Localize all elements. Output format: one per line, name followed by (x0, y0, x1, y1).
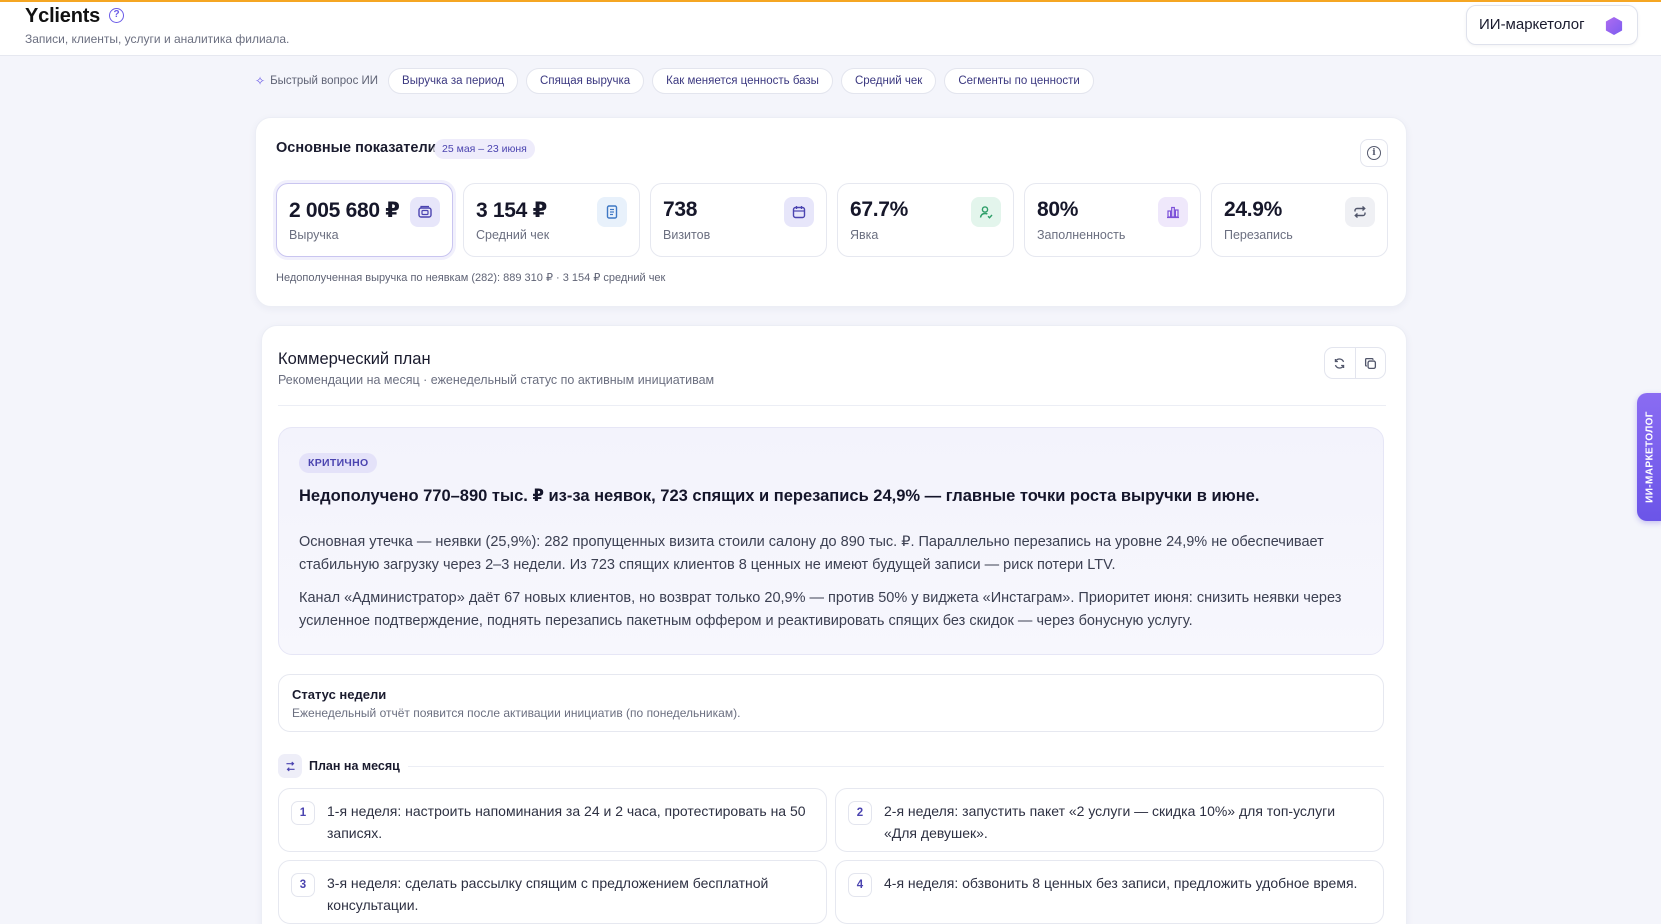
plan-title: Коммерческий план (278, 350, 431, 368)
metric-value: 67.7% (850, 198, 909, 221)
bar-chart-icon (1158, 197, 1188, 227)
page-subtitle: Записи, клиенты, услуги и аналитика фили… (25, 32, 290, 46)
metrics-row: 2 005 680 ₽ Выручка 3 154 ₽ Средний чек … (276, 183, 1388, 257)
gem-icon (1605, 17, 1623, 35)
step-number: 2 (848, 801, 872, 825)
metric-label: Выручка (289, 228, 339, 242)
repeat-icon (1345, 197, 1375, 227)
metric-revenue[interactable]: 2 005 680 ₽ Выручка (276, 183, 453, 257)
divider (278, 405, 1386, 406)
metric-visits[interactable]: 738 Визитов (650, 183, 827, 257)
week-status: Статус недели Еженедельный отчёт появитс… (278, 674, 1384, 732)
metric-value: 24.9% (1224, 198, 1283, 221)
info-button[interactable]: i (1360, 139, 1388, 167)
wallet-icon (410, 197, 440, 227)
sparkle-icon: ✧ (255, 74, 266, 88)
help-icon[interactable]: ? (109, 8, 124, 23)
month-plan-steps: 1 1-я неделя: настроить напоминания за 2… (278, 788, 1384, 924)
step-number: 1 (291, 801, 315, 825)
info-icon: i (1367, 146, 1381, 160)
receipt-icon (597, 197, 627, 227)
step-text: 1-я неделя: настроить напоминания за 24 … (327, 803, 806, 841)
quick-questions-bar: ✧ Быстрый вопрос ИИ Выручка за период Сп… (255, 68, 1094, 94)
week-status-title: Статус недели (292, 687, 387, 702)
chip-average-check[interactable]: Средний чек (840, 68, 937, 94)
metric-label: Заполненность (1037, 228, 1126, 242)
metric-label: Явка (850, 228, 879, 242)
ai-marketer-button-label: ИИ-маркетолог (1479, 16, 1585, 33)
plan-step: 3 3-я неделя: сделать рассылку спящим с … (278, 860, 827, 924)
kpi-title: Основные показатели (276, 140, 437, 156)
critical-insight: КРИТИЧНО Недополучено 770–890 тыс. ₽ из-… (278, 427, 1384, 655)
chip-base-value-change[interactable]: Как меняется ценность базы (652, 68, 833, 94)
ai-marketer-side-tab[interactable]: ИИ-МАРКЕТОЛОГ (1637, 393, 1661, 521)
metric-value: 80% (1037, 198, 1079, 221)
kpi-footnote: Недополученная выручка по неявкам (282):… (276, 272, 666, 284)
calendar-icon (784, 197, 814, 227)
refresh-icon[interactable] (1325, 348, 1355, 378)
critical-paragraph-1: Основная утечка — неявки (25,9%): 282 пр… (299, 534, 1324, 573)
user-check-icon (971, 197, 1001, 227)
metric-label: Перезапись (1224, 228, 1293, 242)
month-plan-label: План на месяц (309, 759, 400, 773)
step-number: 3 (291, 873, 315, 897)
metric-rebooking[interactable]: 24.9% Перезапись (1211, 183, 1388, 257)
divider (407, 765, 1384, 767)
month-plan-header: План на месяц (278, 754, 1384, 778)
plan-subtitle: Рекомендации на месяц · еженедельный ста… (278, 373, 715, 387)
quick-question-label: ✧ Быстрый вопрос ИИ (255, 74, 379, 88)
chip-value-segments[interactable]: Сегменты по ценности (944, 68, 1094, 94)
metric-label: Визитов (663, 228, 711, 242)
critical-headline: Недополучено 770–890 тыс. ₽ из-за неявок… (299, 487, 1260, 505)
step-text: 2-я неделя: запустить пакет «2 услуги — … (884, 803, 1336, 841)
step-text: 4-я неделя: обзвонить 8 ценных без запис… (884, 875, 1358, 891)
critical-badge: КРИТИЧНО (299, 453, 378, 473)
copy-icon[interactable] (1354, 348, 1386, 378)
plan-list-icon (278, 754, 302, 778)
page-title: Yclients (25, 5, 101, 27)
week-status-text: Еженедельный отчёт появится после актива… (292, 706, 741, 720)
page-header: Yclients ? Записи, клиенты, услуги и ана… (0, 2, 1661, 56)
plan-actions (1324, 347, 1386, 379)
plan-step: 2 2-я неделя: запустить пакет «2 услуги … (835, 788, 1384, 852)
metric-occupancy[interactable]: 80% Заполненность (1024, 183, 1201, 257)
commercial-plan-card: Коммерческий план Рекомендации на месяц … (261, 325, 1407, 924)
metric-label: Средний чек (476, 228, 550, 242)
plan-step: 4 4-я неделя: обзвонить 8 ценных без зап… (835, 860, 1384, 924)
chip-revenue-period[interactable]: Выручка за период (388, 68, 519, 94)
plan-step: 1 1-я неделя: настроить напоминания за 2… (278, 788, 827, 852)
metric-average-check[interactable]: 3 154 ₽ Средний чек (463, 183, 640, 257)
chip-sleeping-revenue[interactable]: Спящая выручка (526, 68, 645, 94)
kpi-card: Основные показатели 25 мая – 23 июня i 2… (255, 117, 1407, 307)
side-tab-label: ИИ-МАРКЕТОЛОГ (1644, 411, 1656, 503)
step-number: 4 (848, 873, 872, 897)
period-badge: 25 мая – 23 июня (434, 139, 535, 159)
metric-value: 3 154 ₽ (476, 199, 547, 222)
metric-value: 2 005 680 ₽ (289, 199, 400, 222)
metric-attendance[interactable]: 67.7% Явка (837, 183, 1014, 257)
critical-paragraph-2: Канал «Администратор» даёт 67 новых клие… (299, 590, 1342, 629)
ai-marketer-button[interactable]: ИИ-маркетолог (1466, 5, 1638, 45)
metric-value: 738 (663, 198, 698, 221)
step-text: 3-я неделя: сделать рассылку спящим с пр… (327, 875, 769, 913)
